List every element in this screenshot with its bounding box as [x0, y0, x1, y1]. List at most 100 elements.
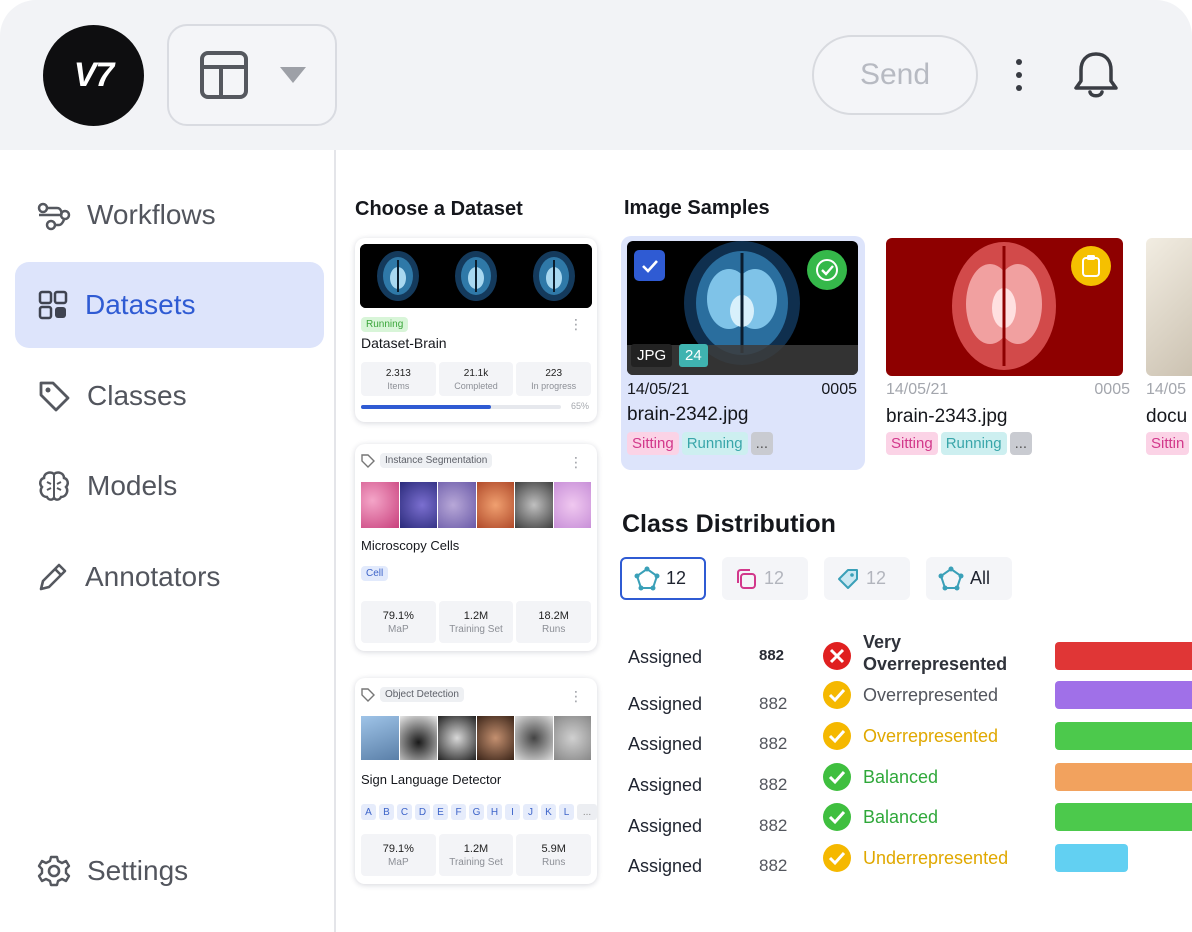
row-count: 882 — [759, 694, 788, 713]
row-count: 882 — [759, 856, 788, 875]
bell-icon[interactable] — [1072, 50, 1120, 100]
sidebar-item-annotators[interactable]: Annotators — [15, 534, 324, 620]
class-row[interactable]: Assigned 882 Overrepresented — [628, 680, 1192, 714]
filter-tag[interactable]: 12 — [824, 557, 910, 600]
row-label: Assigned — [628, 775, 703, 795]
filter-label: 12 — [866, 568, 887, 588]
dataset-type-label: Object Detection — [380, 687, 464, 702]
class-row[interactable]: Assigned 882 Overrepresented — [628, 721, 1192, 754]
card-more-icon[interactable]: ⋮ — [569, 689, 583, 703]
dataset-card-sign-language[interactable]: Object Detection ⋮ Sign Language Detecto… — [355, 678, 597, 884]
class-letter: H — [487, 804, 502, 820]
image-sample-partial[interactable]: 14/05 docu Sittin — [1140, 236, 1192, 470]
error-icon — [822, 641, 852, 671]
class-letter: E — [433, 804, 448, 820]
dataset-name: Dataset-Brain — [361, 335, 447, 351]
layout-switcher-button[interactable] — [167, 24, 337, 126]
class-row[interactable]: Assigned 882 Balanced — [628, 802, 1192, 836]
sidebar-item-datasets[interactable]: Datasets — [15, 262, 324, 348]
sidebar-item-label: Annotators — [85, 561, 221, 592]
grid-icon — [38, 290, 68, 320]
tag-sitting: Sitting — [886, 432, 938, 455]
class-row[interactable]: Assigned 882 Balanced — [628, 762, 1192, 795]
sample-tags: Sittin — [1146, 432, 1190, 455]
class-distribution-title: Class Distribution — [622, 510, 836, 538]
sample-filename: brain-2342.jpg — [627, 404, 749, 425]
stat-value: 18.2M — [538, 609, 569, 622]
tag-more[interactable]: ... — [750, 432, 774, 455]
row-label: Assigned — [628, 647, 703, 667]
stat-label: Training Set — [449, 856, 503, 868]
class-row[interactable]: Assigned 882 Very Overrepresented — [628, 632, 1192, 674]
progress-fill — [361, 405, 491, 409]
more-options-icon[interactable] — [1005, 55, 1033, 95]
distribution-bar — [1055, 763, 1192, 791]
stat-value: 223 — [545, 367, 563, 379]
stat-label: Completed — [454, 380, 498, 391]
sidebar-item-classes[interactable]: Classes — [15, 353, 324, 439]
image-sample[interactable]: 14/05/21 0005 brain-2343.jpg Sitting Run… — [880, 236, 1130, 470]
stat-label: Runs — [542, 856, 566, 868]
sidebar-item-settings[interactable]: Settings — [15, 828, 324, 914]
row-count: 882 — [759, 816, 788, 835]
distribution-bar — [1055, 642, 1192, 670]
sample-tags: Sitting Running ... — [886, 432, 1033, 455]
filter-label: 12 — [764, 568, 785, 588]
stat-label: Training Set — [449, 623, 503, 635]
sample-date: 14/05/21 — [627, 381, 690, 398]
row-count: 882 — [759, 647, 785, 664]
tag-icon — [361, 687, 375, 702]
tag-icon — [39, 381, 70, 412]
dataset-thumbnail-strip — [360, 244, 592, 308]
image-sample-selected[interactable]: JPG 24 14/05/21 0005 brain-2342.jpg Sitt… — [621, 236, 865, 470]
stat-label: MaP — [388, 623, 409, 635]
workflows-icon — [37, 202, 71, 231]
dataset-type-label: Instance Segmentation — [380, 453, 493, 468]
tag-more[interactable]: ... — [1009, 432, 1033, 455]
dataset-card-brain[interactable]: Running ⋮ Dataset-Brain 2.313 Items 21.1k… — [355, 238, 597, 422]
sample-date: 14/05/21 — [886, 381, 949, 398]
card-more-icon[interactable]: ⋮ — [569, 455, 583, 469]
progress-track — [361, 405, 561, 409]
sample-date: 14/05 — [1146, 381, 1187, 398]
class-letter: G — [469, 804, 484, 820]
class-letter: D — [415, 804, 430, 820]
stat-value: 1.2M — [463, 609, 489, 622]
sidebar-item-label: Datasets — [85, 289, 196, 320]
stat-label: Items — [387, 380, 410, 391]
dataset-name: Sign Language Detector — [361, 772, 502, 787]
row-status: Very Overrepresented — [863, 631, 1007, 675]
send-button[interactable]: Send — [812, 35, 978, 115]
copy-icon — [737, 568, 756, 589]
sidebar-item-models[interactable]: Models — [15, 443, 324, 529]
filter-copy[interactable]: 12 — [722, 557, 808, 600]
class-letter-more: ... — [577, 804, 597, 820]
filter-polygon[interactable]: 12 — [620, 557, 706, 600]
progress-label: 65% — [570, 401, 589, 411]
row-label: Assigned — [628, 816, 703, 836]
distribution-bar — [1055, 844, 1128, 872]
select-checkbox[interactable] — [634, 250, 665, 281]
logo[interactable]: V7 — [43, 25, 144, 126]
datasets-title: Choose a Dataset — [355, 198, 523, 220]
sample-image — [1146, 238, 1192, 376]
sidebar-item-label: Settings — [87, 855, 189, 886]
class-letter: A — [361, 804, 376, 820]
class-row[interactable]: Assigned 882 Underrepresented — [628, 843, 1192, 876]
stat-label: In progress — [531, 380, 577, 391]
row-label: Assigned — [628, 856, 703, 876]
success-check-icon — [822, 802, 852, 832]
dataset-stats: 79.1% MaP 1.2M Training Set 5.9M Runs — [361, 834, 592, 876]
count-badge: 24 — [679, 344, 708, 367]
card-more-icon[interactable]: ⋮ — [569, 317, 583, 331]
class-letter: K — [541, 804, 556, 820]
stat-value: 1.2M — [463, 842, 489, 855]
dataset-card-microscopy[interactable]: Instance Segmentation ⋮ Microscopy Cells… — [355, 444, 597, 651]
sidebar-item-workflows[interactable]: Workflows — [15, 172, 324, 258]
row-status: Balanced — [863, 767, 939, 787]
layout-icon — [200, 51, 248, 99]
top-bar: V7 Send — [0, 0, 1192, 150]
filter-all[interactable]: All — [926, 557, 1012, 600]
filter-label: All — [970, 568, 991, 588]
sidebar: Workflows Datasets Classes Models Annota… — [0, 150, 336, 932]
